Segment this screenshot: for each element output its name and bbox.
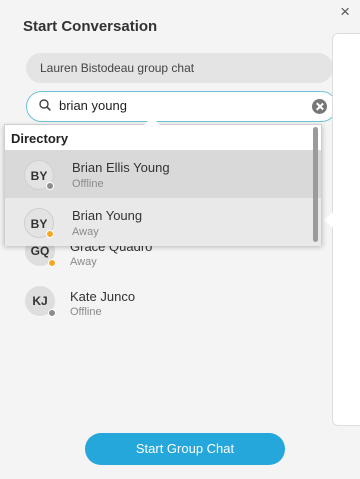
search-icon: [39, 99, 51, 111]
start-group-chat-button[interactable]: Start Group Chat: [85, 433, 285, 465]
status-offline-icon: [48, 309, 56, 317]
clear-icon[interactable]: [312, 99, 327, 114]
dropdown-scrollbar[interactable]: [313, 127, 318, 242]
contact-name: Kate Junco: [70, 289, 136, 304]
list-item[interactable]: KJ Kate Junco Offline: [0, 286, 320, 336]
dropdown-caret: [144, 117, 160, 125]
avatar-initials: BY: [30, 217, 48, 231]
contact-name: Brian Ellis Young: [72, 160, 170, 175]
contact-status: Offline: [72, 178, 104, 190]
close-icon[interactable]: ×: [340, 3, 350, 20]
avatar-initials: KJ: [32, 294, 48, 308]
group-chat-name-field[interactable]: Lauren Bistodeau group chat: [26, 53, 333, 83]
avatar-initials: GQ: [30, 244, 50, 258]
directory-result[interactable]: BY Brian Ellis Young Offline: [5, 150, 321, 198]
status-away-icon: [46, 230, 54, 238]
avatar: BY: [24, 208, 54, 238]
search-value: brian young: [59, 98, 127, 113]
avatar-initials: BY: [30, 169, 48, 183]
contact-list: GQ Grace Quadro Away KJ Kate Junco Offli…: [0, 236, 320, 336]
page-title: Start Conversation: [23, 18, 158, 35]
contact-name: Brian Young: [72, 208, 143, 223]
contact-status: Away: [72, 226, 99, 238]
directory-result[interactable]: BY Brian Young Away: [5, 198, 321, 246]
search-input[interactable]: brian young: [26, 91, 337, 122]
status-away-icon: [48, 259, 56, 267]
directory-dropdown: Directory BY Brian Ellis Young Offline B…: [4, 117, 322, 246]
contact-status: Away: [70, 256, 97, 268]
side-panel-pointer: [324, 212, 333, 228]
directory-heading: Directory: [11, 131, 69, 146]
avatar: KJ: [25, 286, 56, 317]
status-offline-icon: [46, 182, 54, 190]
contact-status: Offline: [70, 306, 102, 318]
avatar: BY: [24, 160, 54, 190]
side-panel: [332, 33, 360, 426]
